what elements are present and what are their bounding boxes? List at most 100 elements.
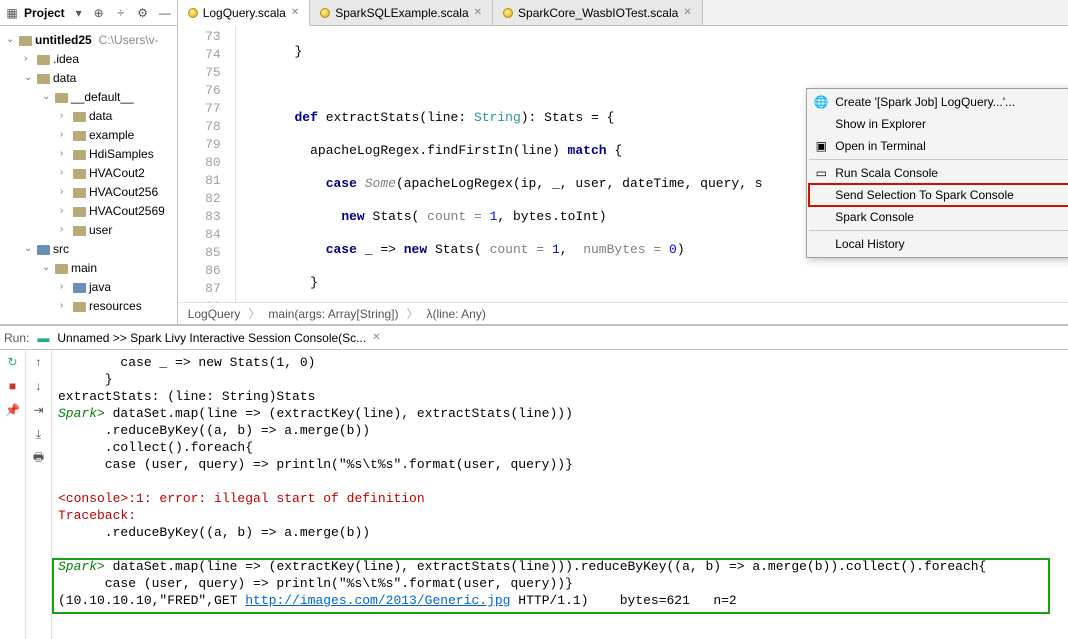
folder-icon	[37, 55, 50, 65]
sidebar-title[interactable]: Project	[24, 6, 65, 20]
hide-icon[interactable]: —	[157, 5, 173, 21]
project-tree[interactable]: ⌄ untitled25 C:\Users\v- ›.idea⌄data⌄__d…	[0, 26, 177, 324]
close-icon[interactable]: ✕	[683, 7, 691, 18]
run-console[interactable]: case _ => new Stats(1, 0) } extractStats…	[52, 350, 1068, 639]
stop-icon[interactable]: ■	[5, 378, 21, 394]
editor-tab[interactable]: LogQuery.scala ✕	[178, 0, 311, 26]
tree-item[interactable]: ⌄ data	[0, 68, 177, 87]
context-menu: 🌐Create '[Spark Job] LogQuery...'...Show…	[806, 88, 1068, 258]
tree-label: HdiSamples	[89, 147, 154, 161]
line-number: 79	[178, 136, 221, 154]
chevron-right-icon[interactable]: ›	[60, 129, 70, 140]
tree-item[interactable]: ›resources	[0, 296, 177, 315]
tree-item[interactable]: ⌄main	[0, 258, 177, 277]
chevron-down-icon[interactable]: ⌄	[24, 243, 34, 254]
chevron-down-icon[interactable]: ⌄	[42, 91, 52, 102]
gear-icon[interactable]: ⚙	[135, 5, 151, 21]
tree-label: src	[53, 242, 69, 256]
close-icon[interactable]: ✕	[474, 7, 482, 18]
menu-item[interactable]: 🌐Create '[Spark Job] LogQuery...'...	[809, 91, 1068, 113]
tree-item[interactable]: › data	[0, 106, 177, 125]
run-toolbar-left: ↻ ■ 📌	[0, 350, 26, 639]
tree-item[interactable]: ›HVACout2	[0, 163, 177, 182]
chevron-right-icon[interactable]: ›	[60, 300, 70, 311]
editor-tab[interactable]: SparkCore_WasbIOTest.scala✕	[493, 0, 703, 25]
folder-icon	[55, 264, 68, 274]
down-icon[interactable]: ↓	[31, 378, 47, 394]
folder-icon	[37, 245, 50, 255]
run-toolbar-right: ↑ ↓ ⇥ ⤓ 🖶	[26, 350, 52, 639]
tree-label: data	[53, 71, 76, 85]
menu-label: Open in Terminal	[835, 139, 926, 153]
folder-icon	[73, 169, 86, 179]
sidebar-header: ▦ Project ▾ ⊕ ÷ ⚙ —	[0, 0, 177, 26]
run-header: Run: ▬ Unnamed >> Spark Livy Interactive…	[0, 326, 1068, 350]
chevron-right-icon[interactable]: ›	[60, 110, 70, 121]
line-number: 80	[178, 154, 221, 172]
pin-icon[interactable]: 📌	[5, 402, 21, 418]
editor-tab[interactable]: SparkSQLExample.scala✕	[310, 0, 493, 25]
chevron-right-icon[interactable]: ›	[60, 281, 70, 292]
tree-item[interactable]: ›HVACout2569	[0, 201, 177, 220]
chevron-down-icon[interactable]: ⌄	[6, 34, 16, 45]
tree-item[interactable]: ›example	[0, 125, 177, 144]
tree-label: data	[89, 109, 112, 123]
tree-label: __default__	[71, 90, 134, 104]
chevron-down-icon[interactable]: ⌄	[24, 72, 34, 83]
menu-item[interactable]: ▣Open in Terminal	[809, 135, 1068, 157]
line-number: 84	[178, 226, 221, 244]
menu-item[interactable]: Local History▸	[809, 233, 1068, 255]
tree-item[interactable]: ›.idea	[0, 49, 177, 68]
breadcrumb[interactable]: LogQuery〉 main(args: Array[String])〉 λ(l…	[178, 302, 1068, 324]
menu-item[interactable]: Send Selection To Spark ConsoleCtrl+Shif…	[809, 184, 1068, 206]
tree-label: user	[89, 223, 112, 237]
menu-item[interactable]: Show in Explorer	[809, 113, 1068, 135]
chevron-right-icon[interactable]: ›	[60, 205, 70, 216]
editor-gutter: 73747576777879808182838485868788	[178, 26, 236, 302]
chevron-right-icon[interactable]: ›	[60, 224, 70, 235]
tree-item[interactable]: ›HVACout256	[0, 182, 177, 201]
print-icon[interactable]: 🖶	[31, 450, 47, 466]
tree-item[interactable]: › HdiSamples	[0, 144, 177, 163]
menu-label: Local History	[835, 237, 904, 251]
dropdown-icon[interactable]: ▾	[71, 5, 87, 21]
collapse-icon[interactable]: ⊕	[91, 5, 107, 21]
scala-file-icon	[503, 8, 513, 18]
folder-icon	[73, 207, 86, 217]
chevron-right-icon[interactable]: ›	[60, 186, 70, 197]
tree-item[interactable]: ›java	[0, 277, 177, 296]
console-icon: ▬	[35, 330, 51, 346]
line-number: 88	[178, 298, 221, 302]
up-icon[interactable]: ↑	[31, 354, 47, 370]
tree-path: C:\Users\v-	[99, 33, 159, 47]
chevron-right-icon[interactable]: ›	[60, 148, 70, 159]
folder-icon	[73, 188, 86, 198]
tree-item[interactable]: ⌄ src	[0, 239, 177, 258]
wrap-icon[interactable]: ⇥	[31, 402, 47, 418]
tree-item[interactable]: ⌄ __default__	[0, 87, 177, 106]
tree-project-root[interactable]: ⌄ untitled25 C:\Users\v-	[0, 30, 177, 49]
tree-item[interactable]: › user	[0, 220, 177, 239]
menu-item[interactable]: Spark Console▸	[809, 206, 1068, 228]
chevron-down-icon[interactable]: ⌄	[42, 262, 52, 273]
run-label: Run:	[4, 331, 29, 345]
scala-file-icon	[188, 8, 198, 18]
line-number: 81	[178, 172, 221, 190]
rerun-icon[interactable]: ↻	[5, 354, 21, 370]
line-number: 87	[178, 280, 221, 298]
line-number: 77	[178, 100, 221, 118]
chevron-right-icon[interactable]: ›	[60, 167, 70, 178]
line-number: 86	[178, 262, 221, 280]
menu-item[interactable]: ▭Run Scala ConsoleCtrl+Shift+D	[809, 162, 1068, 184]
line-number: 76	[178, 82, 221, 100]
breadcrumb-item[interactable]: LogQuery	[188, 307, 241, 321]
tab-label: LogQuery.scala	[203, 6, 286, 20]
breadcrumb-item[interactable]: main(args: Array[String])	[268, 307, 398, 321]
close-icon[interactable]: ✕	[291, 7, 299, 18]
chevron-right-icon[interactable]: ›	[24, 53, 34, 64]
locate-icon[interactable]: ÷	[113, 5, 129, 21]
close-icon[interactable]: ✕	[372, 332, 380, 343]
breadcrumb-item[interactable]: λ(line: Any)	[426, 307, 485, 321]
run-title[interactable]: Unnamed >> Spark Livy Interactive Sessio…	[57, 331, 366, 345]
scroll-icon[interactable]: ⤓	[31, 426, 47, 442]
